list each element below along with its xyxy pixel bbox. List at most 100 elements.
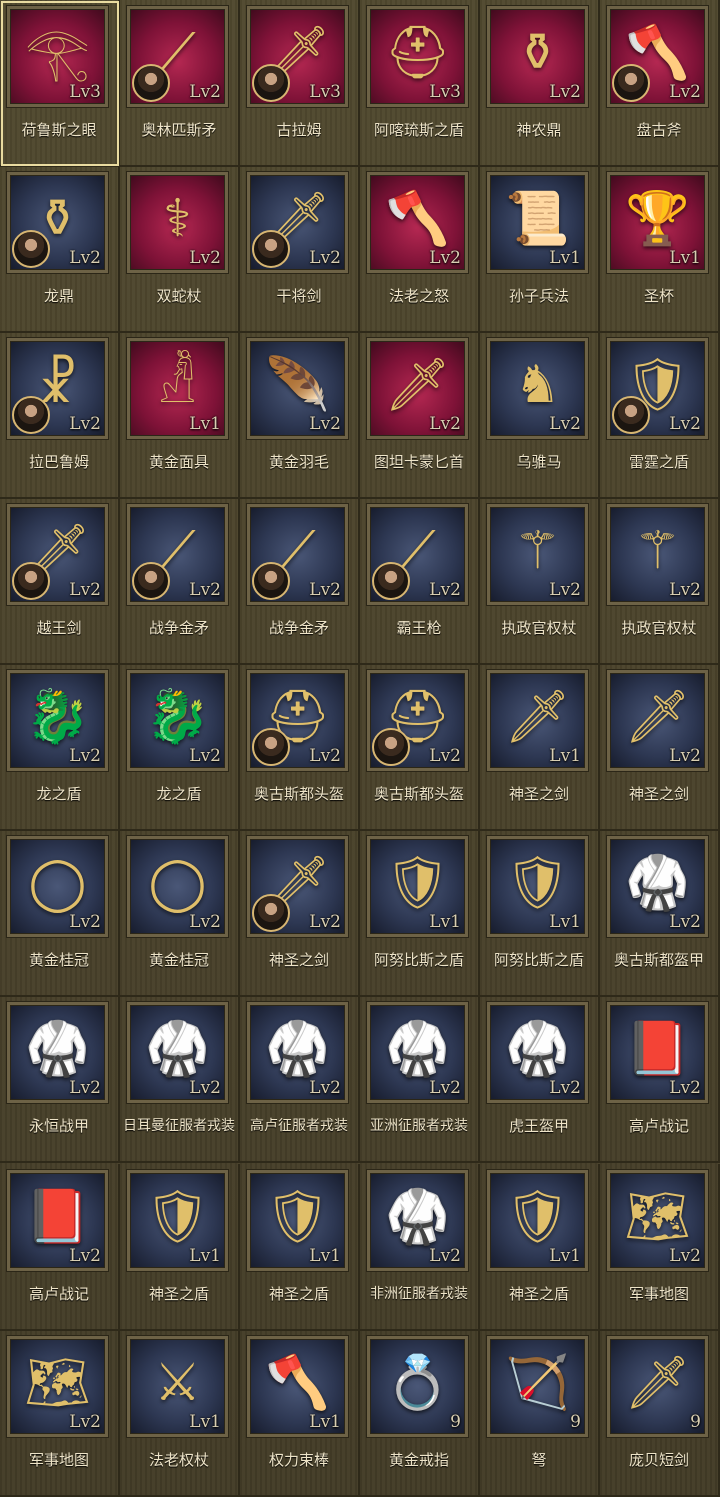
- item-slot[interactable]: 🗡 Lv2 神圣之剑: [240, 830, 360, 997]
- item-slot[interactable]: ◯ Lv2 黄金桂冠: [120, 830, 240, 997]
- item-slot[interactable]: 🪓 Lv2 盘古斧: [600, 0, 720, 167]
- item-name: 阿喀琉斯之盾: [373, 121, 464, 139]
- item-slot[interactable]: ⚚ Lv2 执政官权杖: [600, 498, 720, 665]
- equipment-grid: 𓂀 Lv3 荷鲁斯之眼 ⟋ Lv2 奥林匹斯矛 🗡 Lv3 古拉姆 ⛑ Lv3 阿喀琉斯之盾 ⚱ Lv2 神…: [0, 0, 720, 1497]
- item-slot[interactable]: 🗺 Lv2 军事地图: [600, 1164, 720, 1331]
- item-slot[interactable]: ⛑ Lv2 奥古斯都头盔: [240, 664, 360, 831]
- item-slot[interactable]: ☧ Lv2 拉巴鲁姆: [0, 332, 120, 499]
- item-image-frame: 🗺 Lv2: [7, 1336, 108, 1437]
- item-slot[interactable]: 📕 Lv2 高卢战记: [0, 1164, 120, 1331]
- item-name: 永恒战甲: [28, 1117, 89, 1135]
- item-slot[interactable]: 🥋 Lv2 奥古斯都盔甲: [600, 830, 720, 997]
- item-slot[interactable]: ⚔ Lv1 法老权杖: [120, 1330, 240, 1497]
- item-name: 霸王枪: [396, 619, 442, 637]
- shield-icon: 🛡: [504, 853, 571, 913]
- hero-avatar-icon: [132, 562, 170, 600]
- item-slot[interactable]: 🗡 Lv2 神圣之剑: [600, 664, 720, 831]
- item-slot[interactable]: 🪓 Lv1 权力束棒: [240, 1330, 360, 1497]
- item-slot[interactable]: ⟋ Lv2 战争金矛: [120, 498, 240, 665]
- item-name: 军事地图: [628, 1285, 689, 1303]
- item-slot[interactable]: 🗡 Lv1 神圣之剑: [480, 664, 600, 831]
- item-name: 黄金桂冠: [28, 951, 89, 969]
- item-slot[interactable]: 🗺 Lv2 军事地图: [0, 1330, 120, 1497]
- item-level: Lv2: [309, 746, 341, 766]
- item-slot[interactable]: ◯ Lv2 黄金桂冠: [0, 830, 120, 997]
- horse-icon: ♞: [514, 355, 561, 415]
- item-slot[interactable]: ⟋ Lv2 战争金矛: [240, 498, 360, 665]
- item-level: Lv2: [429, 580, 461, 600]
- item-slot[interactable]: 🛡 Lv2 雷霆之盾: [600, 332, 720, 499]
- item-slot[interactable]: 🥋 Lv2 非洲征服者戎装: [360, 1164, 480, 1331]
- item-name: 双蛇杖: [156, 287, 202, 305]
- item-slot[interactable]: 📜 Lv1 孙子兵法: [480, 166, 600, 333]
- item-image-frame: 🥋 Lv2: [367, 1170, 468, 1271]
- item-slot[interactable]: 📕 Lv2 高卢战记: [600, 996, 720, 1163]
- item-slot[interactable]: 💍 9 黄金戒指: [360, 1330, 480, 1497]
- item-image-frame: ⛑ Lv2: [367, 670, 468, 771]
- item-slot[interactable]: 🐉 Lv2 龙之盾: [120, 664, 240, 831]
- item-level: Lv2: [669, 1078, 701, 1098]
- hero-avatar-icon: [252, 728, 290, 766]
- item-slot[interactable]: 🗡 Lv2 图坦卡蒙匕首: [360, 332, 480, 499]
- item-level: Lv2: [549, 82, 581, 102]
- item-image-frame: 🛡 Lv2: [607, 338, 708, 439]
- item-slot[interactable]: 🥋 Lv2 日耳曼征服者戎装: [120, 996, 240, 1163]
- item-slot[interactable]: 🛡 Lv1 神圣之盾: [120, 1164, 240, 1331]
- item-slot[interactable]: 🐉 Lv2 龙之盾: [0, 664, 120, 831]
- item-slot[interactable]: 𓂀 Lv3 荷鲁斯之眼: [0, 0, 120, 167]
- item-slot[interactable]: 🏆 Lv1 圣杯: [600, 166, 720, 333]
- item-slot[interactable]: ⚱ Lv2 神农鼎: [480, 0, 600, 167]
- item-level: Lv2: [429, 248, 461, 268]
- item-slot[interactable]: 🛡 Lv1 阿努比斯之盾: [480, 830, 600, 997]
- item-slot[interactable]: 🪓 Lv2 法老之怒: [360, 166, 480, 333]
- item-slot[interactable]: 🗡 Lv3 古拉姆: [240, 0, 360, 167]
- item-image-frame: 📜 Lv1: [487, 172, 588, 273]
- item-name: 盘古斧: [636, 121, 682, 139]
- item-slot[interactable]: 🛡 Lv1 神圣之盾: [240, 1164, 360, 1331]
- item-slot[interactable]: 🥋 Lv2 永恒战甲: [0, 996, 120, 1163]
- item-slot[interactable]: ⟋ Lv2 霸王枪: [360, 498, 480, 665]
- armor-icon: 🥋: [265, 1019, 330, 1079]
- item-slot[interactable]: ⛑ Lv3 阿喀琉斯之盾: [360, 0, 480, 167]
- item-slot[interactable]: 🗡 9 庞贝短剑: [600, 1330, 720, 1497]
- item-slot[interactable]: ⛑ Lv2 奥古斯都头盔: [360, 664, 480, 831]
- item-slot[interactable]: 🛡 Lv1 神圣之盾: [480, 1164, 600, 1331]
- hero-avatar-icon: [612, 64, 650, 102]
- item-name: 雷霆之盾: [628, 453, 689, 471]
- armor-icon: 🥋: [625, 853, 690, 913]
- item-slot[interactable]: ⚱ Lv2 龙鼎: [0, 166, 120, 333]
- item-slot[interactable]: 🗡 Lv2 干将剑: [240, 166, 360, 333]
- item-slot[interactable]: ⚕ Lv2 双蛇杖: [120, 166, 240, 333]
- item-slot[interactable]: 🥋 Lv2 高卢征服者戎装: [240, 996, 360, 1163]
- item-image-frame: 🪓 Lv2: [607, 6, 708, 107]
- item-name: 阿努比斯之盾: [493, 951, 584, 969]
- item-image-frame: 🛡 Lv1: [367, 836, 468, 937]
- item-image-frame: 💍 9: [367, 1336, 468, 1437]
- item-slot[interactable]: 🏹 9 弩: [480, 1330, 600, 1497]
- item-level: 9: [570, 1412, 581, 1432]
- item-slot[interactable]: ⟋ Lv2 奥林匹斯矛: [120, 0, 240, 167]
- item-level: Lv2: [189, 248, 221, 268]
- item-slot[interactable]: ⚚ Lv2 执政官权杖: [480, 498, 600, 665]
- item-image-frame: 🗡 Lv3: [247, 6, 348, 107]
- item-name: 荷鲁斯之眼: [21, 121, 97, 139]
- hero-avatar-icon: [252, 64, 290, 102]
- item-slot[interactable]: 🛡 Lv1 阿努比斯之盾: [360, 830, 480, 997]
- item-slot[interactable]: 🗡 Lv2 越王剑: [0, 498, 120, 665]
- item-level: Lv2: [189, 1078, 221, 1098]
- short-sword-icon: 🗡: [624, 1353, 691, 1413]
- item-name: 神圣之剑: [628, 785, 689, 803]
- item-level: Lv2: [669, 912, 701, 932]
- item-name: 亚洲征服者戎装: [370, 1118, 468, 1134]
- item-slot[interactable]: 🥋 Lv2 亚洲征服者戎装: [360, 996, 480, 1163]
- item-image-frame: 🐉 Lv2: [7, 670, 108, 771]
- item-level: Lv2: [669, 414, 701, 434]
- item-slot[interactable]: ♞ Lv2 乌骓马: [480, 332, 600, 499]
- item-name: 神圣之剑: [508, 785, 569, 803]
- dagger-icon: 🗡: [384, 355, 451, 415]
- laurel-wreath-icon: ◯: [28, 853, 87, 913]
- item-slot[interactable]: 🪶 Lv2 黄金羽毛: [240, 332, 360, 499]
- item-slot[interactable]: 🥋 Lv2 虎王盔甲: [480, 996, 600, 1163]
- item-slot[interactable]: 𓁚 Lv1 黄金面具: [120, 332, 240, 499]
- item-image-frame: ⚱ Lv2: [487, 6, 588, 107]
